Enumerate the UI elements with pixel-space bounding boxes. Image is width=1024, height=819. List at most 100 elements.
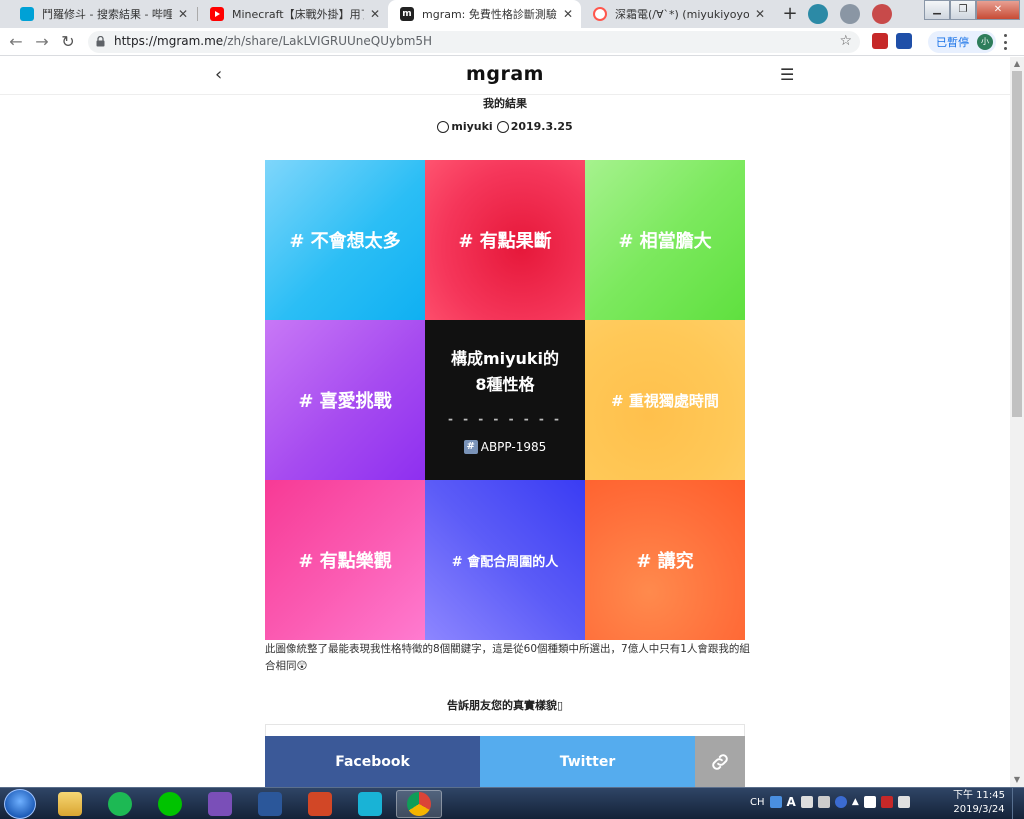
line-app[interactable] bbox=[150, 790, 190, 818]
word-app[interactable] bbox=[250, 790, 290, 818]
profile-label: 已暫停 bbox=[936, 36, 969, 49]
scrollbar-thumb[interactable] bbox=[1012, 71, 1022, 417]
hamburger-menu-icon[interactable]: ☰ bbox=[780, 65, 794, 84]
powerpoint-app[interactable] bbox=[300, 790, 340, 818]
tab-plurk[interactable]: 深霜電(/∀`*) (miyukiyoyoru) 在 ✕ bbox=[581, 0, 773, 28]
personality-code: # ABPP-1985 bbox=[463, 440, 547, 454]
url-path: /zh/share/LakLVIGRUUneQUybm5H bbox=[223, 34, 433, 48]
show-hidden-icons[interactable]: ▲ bbox=[852, 797, 859, 807]
code-text: ABPP-1985 bbox=[480, 440, 547, 454]
font-size-icon[interactable]: A bbox=[787, 795, 796, 809]
twitter-share-button[interactable]: Twitter bbox=[480, 736, 695, 787]
spotify-app[interactable] bbox=[100, 790, 140, 818]
chrome-icon bbox=[407, 792, 431, 816]
trait-cell: # 會配合周圍的人 bbox=[425, 480, 585, 640]
close-window-button[interactable]: ✕ bbox=[976, 0, 1020, 20]
close-tab-icon[interactable]: ✕ bbox=[753, 7, 767, 21]
page-title: 我的結果 bbox=[483, 97, 527, 110]
tab-title: mgram: 免費性格診斷測驗，構成 bbox=[422, 8, 557, 21]
bilibili-icon bbox=[20, 7, 34, 21]
line-icon bbox=[158, 792, 182, 816]
close-tab-icon[interactable]: ✕ bbox=[561, 7, 575, 21]
tab-youtube[interactable]: Minecraft【床戰外掛】用了會上 ✕ bbox=[198, 0, 388, 28]
ime-icon[interactable] bbox=[800, 796, 813, 808]
forward-arrow-icon[interactable]: → bbox=[32, 32, 52, 52]
volume-icon[interactable] bbox=[897, 796, 910, 808]
help-icon[interactable] bbox=[834, 796, 847, 808]
page-content: ‹ mgram ☰ 我的結果 miyuki 2019.3.25 # 不會想太多 … bbox=[0, 57, 1010, 787]
extension-icon[interactable] bbox=[896, 33, 912, 49]
close-tab-icon[interactable]: ✕ bbox=[368, 7, 382, 21]
site-logo[interactable]: mgram bbox=[0, 63, 1010, 85]
ime-icon[interactable] bbox=[817, 796, 830, 808]
clock-time: 下午 11:45 bbox=[953, 790, 1005, 801]
browser-toolbar: ← → ↻ https://mgram.me/zh/share/LakLVIGR… bbox=[0, 28, 1024, 56]
antivirus-icon[interactable] bbox=[880, 796, 893, 808]
tab-bilibili[interactable]: 鬥羅修斗 - 搜索結果 - 哔哩哔哩弹 ✕ bbox=[8, 0, 196, 28]
profile-button[interactable]: 已暫停 小 bbox=[928, 31, 996, 53]
bookmark-star-icon[interactable]: ☆ bbox=[839, 33, 852, 49]
maximize-button[interactable]: ❐ bbox=[950, 0, 976, 20]
scroll-up-icon[interactable]: ▲ bbox=[1010, 57, 1024, 71]
url-text: https://mgram.me/zh/share/LakLVIGRUUneQU… bbox=[114, 34, 432, 48]
back-arrow-icon[interactable]: ← bbox=[6, 32, 26, 52]
window-controls: ▁ ❐ ✕ bbox=[924, 0, 1020, 20]
kk-app[interactable] bbox=[350, 790, 390, 818]
start-button[interactable] bbox=[4, 789, 36, 819]
page-scrollbar[interactable]: ▲ ▼ bbox=[1010, 57, 1024, 787]
system-tray: CH A ▲ bbox=[750, 795, 910, 809]
word-icon bbox=[258, 792, 282, 816]
explorer-app[interactable] bbox=[50, 790, 90, 818]
clock-date: 2019/3/24 bbox=[953, 804, 1005, 815]
personality-grid: # 不會想太多 # 有點果斷 # 相當膽大 # 喜愛挑戰 構成miyuki的 8… bbox=[265, 160, 745, 640]
kk-icon bbox=[358, 792, 382, 816]
result-description: 此圖像統整了最能表現我性格特徵的8個關鍵字，這是從60個種類中所選出，7億人中只… bbox=[265, 643, 750, 672]
user-icon bbox=[437, 120, 450, 133]
tabstrip-extras bbox=[808, 4, 892, 24]
center-summary-cell: 構成miyuki的 8種性格 - - - - - - - - # ABPP-19… bbox=[425, 320, 585, 480]
hashtag-icon: # bbox=[463, 440, 478, 454]
mgram-icon: m bbox=[400, 7, 414, 21]
extension-icon[interactable] bbox=[840, 4, 860, 24]
link-icon bbox=[712, 754, 728, 770]
trait-cell: # 不會想太多 bbox=[265, 160, 425, 320]
browser-tab-strip: 鬥羅修斗 - 搜索結果 - 哔哩哔哩弹 ✕ Minecraft【床戰外掛】用了會… bbox=[0, 0, 1024, 28]
tab-title: 深霜電(/∀`*) (miyukiyoyoru) 在 bbox=[615, 8, 749, 21]
close-tab-icon[interactable]: ✕ bbox=[176, 7, 190, 21]
language-indicator[interactable]: CH bbox=[750, 797, 765, 808]
tab-title: Minecraft【床戰外掛】用了會上 bbox=[232, 8, 364, 21]
clock-icon bbox=[496, 120, 509, 133]
trait-cell: # 喜愛挑戰 bbox=[265, 320, 425, 480]
show-desktop-button[interactable] bbox=[1012, 788, 1024, 819]
tab-mgram[interactable]: m mgram: 免費性格診斷測驗，構成 ✕ bbox=[388, 0, 581, 28]
center-title-line2: 8種性格 bbox=[475, 375, 535, 394]
trait-cell: # 有點樂觀 bbox=[265, 480, 425, 640]
site-header: ‹ mgram ☰ bbox=[0, 57, 1010, 95]
new-tab-button[interactable]: + bbox=[780, 4, 800, 24]
system-clock[interactable]: 下午 11:45 2019/3/24 bbox=[952, 789, 1006, 817]
extension-icon[interactable] bbox=[872, 4, 892, 24]
result-date: 2019.3.25 bbox=[510, 120, 573, 133]
flag-icon[interactable] bbox=[863, 796, 876, 808]
url-host: https://mgram.me bbox=[114, 34, 224, 48]
visual-studio-icon bbox=[208, 792, 232, 816]
trait-cell: # 相當膽大 bbox=[585, 160, 745, 320]
reload-icon[interactable]: ↻ bbox=[58, 32, 78, 52]
username: miyuki bbox=[451, 120, 493, 133]
input-method-icon[interactable] bbox=[769, 796, 782, 808]
minimize-button[interactable]: ▁ bbox=[924, 0, 950, 20]
share-prompt: 告訴朋友您的真實樣貌▯ bbox=[446, 699, 564, 712]
avatar: 小 bbox=[977, 34, 993, 50]
visual-studio-app[interactable] bbox=[200, 790, 240, 818]
facebook-share-button[interactable]: Facebook bbox=[265, 736, 480, 787]
spotify-icon bbox=[108, 792, 132, 816]
extension-icon[interactable] bbox=[872, 33, 888, 49]
address-bar[interactable]: https://mgram.me/zh/share/LakLVIGRUUneQU… bbox=[88, 31, 860, 53]
trait-cell: # 講究 bbox=[585, 480, 745, 640]
scroll-down-icon[interactable]: ▼ bbox=[1010, 773, 1024, 787]
copy-link-button[interactable] bbox=[695, 736, 745, 787]
explorer-icon bbox=[58, 792, 82, 816]
more-menu-icon[interactable] bbox=[1004, 34, 1008, 50]
extension-icon[interactable] bbox=[808, 4, 828, 24]
chrome-app[interactable] bbox=[396, 790, 442, 818]
